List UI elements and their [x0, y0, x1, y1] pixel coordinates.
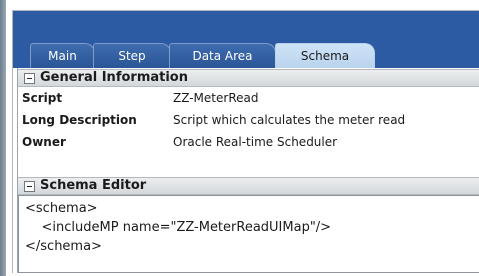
- field-label: Script: [22, 91, 63, 105]
- field-label: Long Description: [22, 113, 137, 127]
- code-line: <schema>: [25, 201, 98, 216]
- screenshot-frame: Main Step Data Area Schema General Infor…: [0, 0, 479, 276]
- field-row-script: Script ZZ-MeterRead: [18, 87, 479, 109]
- schema-editor-textarea[interactable]: <schema> <includeMP name="ZZ-MeterReadUI…: [18, 195, 479, 273]
- tab-content: General Information Script ZZ-MeterRead …: [17, 68, 479, 273]
- code-line: <includeMP name="ZZ-MeterReadUIMap"/>: [25, 220, 332, 235]
- tab-schema[interactable]: Schema: [275, 43, 375, 68]
- script-maintenance-panel: Main Step Data Area Schema General Infor…: [12, 10, 479, 273]
- field-value: ZZ-MeterRead: [173, 91, 259, 105]
- field-row-owner: Owner Oracle Real-time Scheduler: [18, 131, 479, 153]
- collapse-icon[interactable]: [24, 73, 35, 84]
- field-row-long-description: Long Description Script which calculates…: [18, 109, 479, 131]
- tab-main[interactable]: Main: [30, 43, 95, 68]
- window-edge: [0, 0, 6, 276]
- tab-step[interactable]: Step: [93, 43, 171, 68]
- field-label: Owner: [22, 135, 66, 149]
- collapse-icon[interactable]: [24, 181, 35, 192]
- tab-data-area[interactable]: Data Area: [169, 43, 276, 68]
- general-information-header[interactable]: General Information: [18, 69, 479, 87]
- section-title: General Information: [40, 70, 188, 85]
- section-title: Schema Editor: [40, 178, 147, 193]
- code-line: </schema>: [25, 239, 102, 254]
- schema-editor-header[interactable]: Schema Editor: [18, 177, 479, 195]
- tab-bar: Main Step Data Area Schema: [13, 11, 479, 68]
- field-value: Oracle Real-time Scheduler: [173, 135, 338, 149]
- field-value: Script which calculates the meter read: [173, 113, 406, 127]
